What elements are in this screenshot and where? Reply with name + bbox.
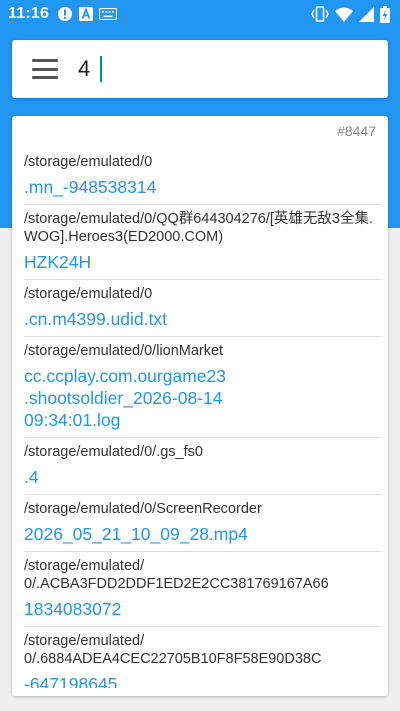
result-list: /storage/emulated/0 .mn_-948538314 /stor… (12, 148, 388, 696)
list-item[interactable]: /storage/emulated/0 .mn_-948538314 (24, 148, 382, 205)
a-box-icon (79, 7, 94, 21)
panel-bottom-edge (12, 688, 388, 696)
vibrate-icon (311, 6, 329, 22)
search-bar (12, 40, 388, 98)
result-name: .mn_-948538314 (24, 177, 157, 197)
result-name: HZK24H (24, 252, 92, 272)
result-path: /storage/emulated/ 0/.6884ADEA4CEC22705B… (24, 633, 322, 667)
status-time: 11:16 (8, 5, 50, 22)
result-path: /storage/emulated/0 (24, 286, 153, 302)
result-path: /storage/emulated/ 0/.ACBA3FDD2DDF1ED2E2… (24, 558, 329, 592)
result-path: /storage/emulated/0/QQ群644304276/[英雄无敌3全… (24, 211, 373, 245)
list-item[interactable]: /storage/emulated/ 0/.6884ADEA4CEC22705B… (24, 627, 382, 696)
result-count: #8447 (337, 123, 376, 139)
result-name: cc.ccplay.com.ourgame23 .shootsoldier_20… (24, 366, 226, 430)
list-item[interactable]: /storage/emulated/0/ScreenRecorder 2026_… (24, 495, 382, 552)
signal-icon (359, 6, 374, 22)
alert-icon (57, 6, 73, 22)
result-name: 1834083072 (24, 599, 122, 619)
search-input[interactable] (78, 54, 338, 84)
result-path: /storage/emulated/0/lionMarket (24, 343, 224, 359)
keyboard-icon (99, 8, 118, 20)
result-name: .cn.m4399.udid.txt (24, 309, 167, 329)
list-item[interactable]: /storage/emulated/0/lionMarket cc.ccplay… (24, 337, 382, 438)
result-path: /storage/emulated/0/.gs_fs0 (24, 444, 203, 460)
result-name: 2026_05_21_10_09_28.mp4 (24, 524, 248, 544)
menu-icon[interactable] (32, 59, 58, 79)
result-path: /storage/emulated/0/ScreenRecorder (24, 501, 262, 517)
results-panel: #8447 /storage/emulated/0 .mn_-948538314… (12, 116, 388, 696)
wifi-icon (335, 7, 353, 22)
list-item[interactable]: /storage/emulated/ 0/.ACBA3FDD2DDF1ED2E2… (24, 552, 382, 627)
text-cursor (100, 56, 102, 82)
list-item[interactable]: /storage/emulated/0 .cn.m4399.udid.txt (24, 280, 382, 337)
list-item[interactable]: /storage/emulated/0/.gs_fs0 .4 (24, 438, 382, 495)
result-path: /storage/emulated/0 (24, 154, 153, 170)
status-bar: 11:16 (0, 0, 400, 28)
battery-charging-icon (380, 5, 390, 23)
result-name: .4 (24, 467, 39, 487)
list-item[interactable]: /storage/emulated/0/QQ群644304276/[英雄无敌3全… (24, 205, 382, 280)
